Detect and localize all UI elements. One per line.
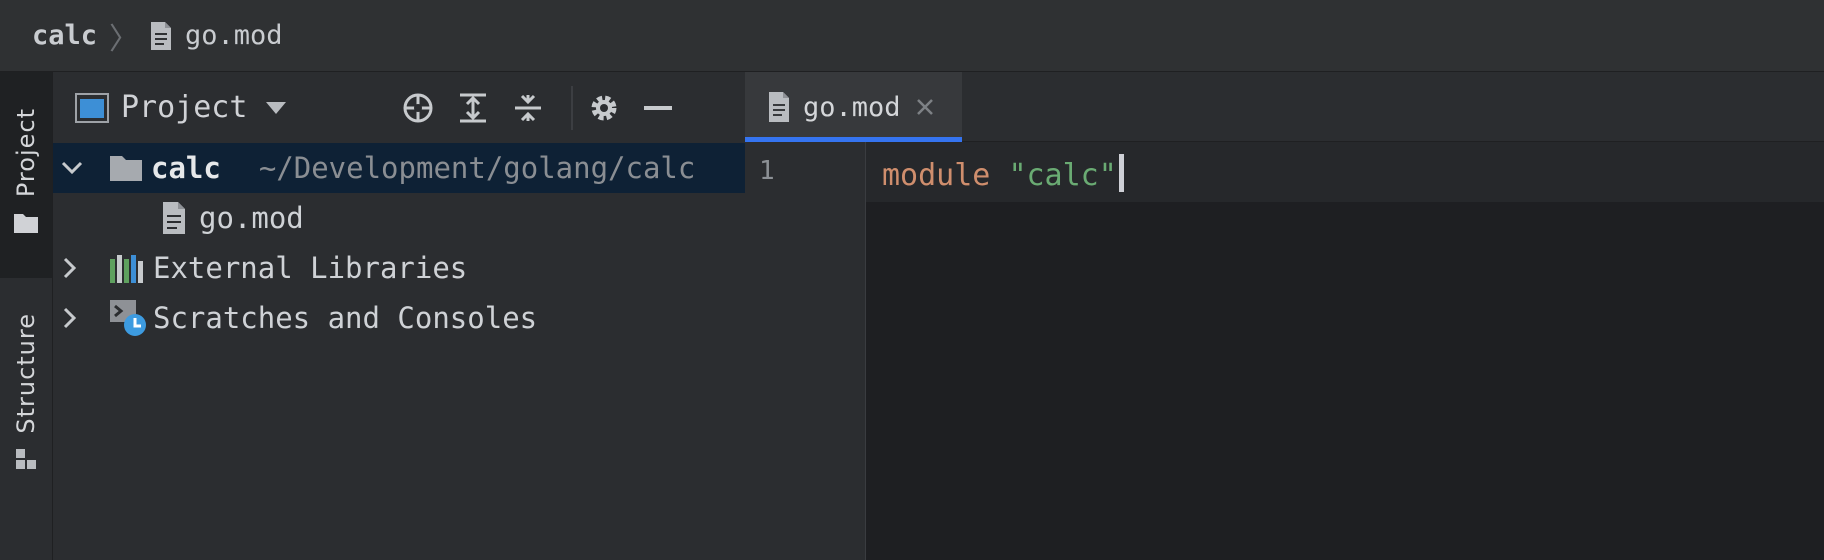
project-panel-header: Project: [53, 72, 745, 143]
toolbar-divider: [571, 86, 573, 130]
file-icon: [767, 91, 791, 123]
folder-icon: [109, 154, 143, 182]
structure-icon: [14, 447, 38, 475]
project-panel: Project calc ~/Development/golang/calc g…: [53, 72, 745, 560]
breadcrumb-item-go-mod[interactable]: go.mod: [185, 20, 283, 51]
tree-label-external-libraries: External Libraries: [153, 251, 468, 285]
line-number: 1: [759, 156, 775, 186]
chevron-down-icon[interactable]: [265, 101, 287, 115]
close-icon[interactable]: [915, 97, 935, 117]
project-tool-label: Project: [12, 108, 40, 198]
structure-tool-button[interactable]: Structure: [0, 294, 52, 494]
tab-label: go.mod: [803, 91, 901, 123]
collapse-all-icon[interactable]: [508, 88, 548, 128]
chevron-right-icon[interactable]: [63, 257, 89, 279]
gear-icon[interactable]: [584, 88, 624, 128]
code-keyword: module: [882, 158, 991, 193]
structure-tool-label: Structure: [12, 312, 40, 434]
file-icon: [149, 21, 173, 51]
tool-window-stripe: Project Structure: [0, 72, 53, 560]
tree-row-external-libraries[interactable]: External Libraries: [53, 243, 745, 293]
expand-all-icon[interactable]: [453, 88, 493, 128]
scratches-icon: [109, 299, 147, 337]
tree-row-calc[interactable]: calc ~/Development/golang/calc: [53, 143, 745, 193]
editor-gutter: 1: [745, 142, 866, 560]
breadcrumb: calc 〉 go.mod: [0, 0, 1824, 72]
file-icon: [161, 201, 187, 235]
tree-row-scratches[interactable]: Scratches and Consoles: [53, 293, 745, 343]
chevron-right-icon[interactable]: [63, 307, 89, 329]
code-line-1[interactable]: module "calc": [882, 154, 1124, 193]
folder-icon: [13, 212, 39, 238]
code-editor[interactable]: module "calc": [866, 142, 1824, 560]
libraries-icon: [109, 253, 145, 283]
tree-label-go-mod: go.mod: [199, 201, 304, 235]
tab-go-mod[interactable]: go.mod: [745, 72, 962, 142]
breadcrumb-separator: 〉: [109, 21, 140, 57]
tree-path-calc: ~/Development/golang/calc: [258, 151, 696, 185]
editor-tab-bar: go.mod: [745, 72, 1824, 142]
minimize-icon[interactable]: [638, 88, 678, 128]
code-string: "calc": [1008, 158, 1117, 193]
tree-row-go-mod[interactable]: go.mod: [53, 193, 745, 243]
chevron-down-icon[interactable]: [61, 161, 87, 175]
project-view-selector[interactable]: Project: [121, 90, 247, 125]
locate-file-icon[interactable]: [398, 88, 438, 128]
tree-label-calc: calc: [151, 151, 221, 185]
ide-window: calc 〉 go.mod Project Structure Project: [0, 0, 1824, 560]
breadcrumb-item-calc[interactable]: calc: [32, 20, 97, 51]
text-caret: [1118, 154, 1124, 192]
tree-label-scratches: Scratches and Consoles: [153, 301, 538, 335]
project-view-icon: [75, 92, 109, 123]
project-tool-button[interactable]: Project: [0, 72, 52, 278]
